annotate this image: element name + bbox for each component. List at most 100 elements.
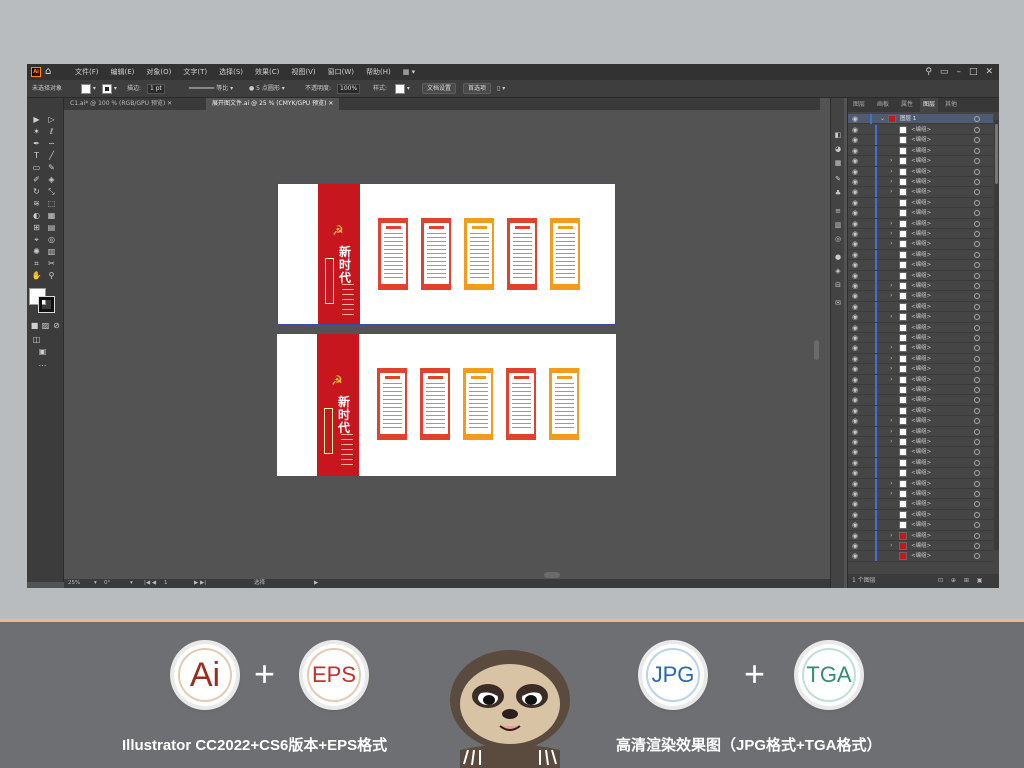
layer-name[interactable]: <编组> [911,479,931,489]
shaper-tool-icon[interactable]: ✐ [31,174,42,185]
visibility-eye-icon[interactable]: ◉ [852,115,861,123]
layer-name[interactable]: <编组> [911,250,931,260]
layer-row[interactable]: ◉ <编组> [848,145,993,157]
target-circle-icon[interactable] [974,407,980,414]
target-circle-icon[interactable] [974,532,980,539]
layer-row[interactable]: ◉ › <编组> [848,177,993,188]
expand-chevron-icon[interactable]: › [890,344,892,352]
target-circle-icon[interactable] [974,127,980,133]
menu-help[interactable]: 帮助(H) [360,64,397,80]
swatches-panel-icon[interactable]: ▦ [833,158,843,168]
stroke-swatch[interactable]: ▾ [102,83,117,95]
tab-layers[interactable]: 图层 [920,98,939,112]
menu-window[interactable]: 窗口(W) [322,64,360,80]
edit-toolbar-icon[interactable]: ⋯ [37,360,48,371]
visibility-eye-icon[interactable]: ◉ [852,168,861,176]
workspace-switcher-icon[interactable]: ▦ ▾ [397,64,421,80]
lasso-tool-icon[interactable]: ℓ [46,126,57,137]
stroke-panel-icon[interactable]: ≡ [833,206,843,216]
target-circle-icon[interactable] [974,459,980,466]
layer-name[interactable]: <编组> [911,406,931,416]
visibility-eye-icon[interactable]: ◉ [852,480,861,488]
layer-name[interactable]: <编组> [911,177,931,187]
target-circle-icon[interactable] [974,210,980,217]
visibility-eye-icon[interactable]: ◉ [852,407,861,415]
visibility-eye-icon[interactable]: ◉ [852,376,861,384]
free-transform-tool-icon[interactable]: ⬚ [46,198,57,209]
target-circle-icon[interactable] [974,283,980,289]
minimize-button[interactable]: – [956,67,961,77]
target-circle-icon[interactable] [974,449,980,456]
layer-row[interactable]: ◉ › <编组> [848,478,993,489]
graphic-styles-panel-icon[interactable]: ◈ [833,266,843,276]
layer-name[interactable]: <编组> [911,156,931,166]
layer-name[interactable]: <编组> [911,302,931,312]
gradient-tool-icon[interactable]: ▤ [46,222,57,233]
visibility-eye-icon[interactable]: ◉ [852,334,861,342]
target-circle-icon[interactable] [974,397,980,404]
visibility-eye-icon[interactable]: ◉ [852,552,861,560]
target-circle-icon[interactable] [974,168,980,175]
layer-row[interactable]: ◉ › <编组> [848,426,993,437]
layer-name[interactable]: <编组> [911,551,931,561]
close-button[interactable]: ✕ [985,67,993,77]
layer-actions-icons[interactable]: ⊡ ⊕ ⊞ ▣ 🗑 [938,574,999,588]
layer-row[interactable]: ◉ <编组> [848,125,993,136]
visibility-eye-icon[interactable]: ◉ [852,136,861,144]
visibility-eye-icon[interactable]: ◉ [852,220,861,228]
visibility-eye-icon[interactable]: ◉ [852,365,861,373]
layer-name[interactable]: <编组> [911,312,931,322]
opacity-field[interactable]: 100% [337,83,361,94]
stroke-weight-field[interactable]: 1 pt [147,83,165,94]
layer-row[interactable]: ◉ <编组> [848,270,993,281]
expand-chevron-icon[interactable]: › [890,178,892,186]
stroke-color-swatch[interactable] [39,297,54,312]
layer-row[interactable]: ◉ <编组> [848,468,993,479]
target-circle-icon[interactable] [974,303,980,310]
target-circle-icon[interactable] [974,428,980,435]
layer-name[interactable]: <编组> [911,468,931,478]
visibility-eye-icon[interactable]: ◉ [852,126,861,134]
expand-chevron-icon[interactable]: › [890,157,892,165]
layer-name[interactable]: <编组> [911,437,931,447]
target-circle-icon[interactable] [974,501,980,508]
target-circle-icon[interactable] [974,418,980,425]
layer-name[interactable]: <编组> [911,541,931,551]
layer-name[interactable]: <编组> [911,291,931,301]
tab-c1[interactable]: C1.ai* @ 100 % (RGB/GPU 预览) ✕ [64,98,178,110]
target-circle-icon[interactable] [974,324,980,331]
layer-name[interactable]: <编组> [911,447,931,457]
magic-wand-tool-icon[interactable]: ✶ [31,126,42,137]
target-circle-icon[interactable] [974,511,980,518]
visibility-eye-icon[interactable]: ◉ [852,490,861,498]
visibility-eye-icon[interactable]: ◉ [852,532,861,540]
tab-expanded-file[interactable]: 展开图文件.ai @ 25 % (CMYK/GPU 预览) ✕ [206,98,340,110]
layer-row[interactable]: ◉ › <编组> [848,312,993,323]
visibility-eye-icon[interactable]: ◉ [852,147,861,155]
status-menu-icon[interactable]: ▶ [314,579,318,588]
layer-row[interactable]: ◉ <编组> [848,385,993,396]
menu-view[interactable]: 视图(V) [285,64,321,80]
layer-row[interactable]: ◉ › <编组> [848,489,993,500]
layer-row[interactable]: ◉ <编组> [848,395,993,406]
expand-chevron-icon[interactable]: › [890,428,892,436]
brushes-panel-icon[interactable]: ✎ [833,174,843,184]
visibility-eye-icon[interactable]: ◉ [852,157,861,165]
style-swatch[interactable]: ▾ [395,83,410,95]
canvas[interactable]: ☭ 新时代 ☭ 新时代 [64,110,820,580]
tab-libraries[interactable]: 图层 [850,98,868,112]
layer-name[interactable]: <编组> [911,354,931,364]
direct-selection-tool-icon[interactable]: ▷ [46,114,57,125]
target-circle-icon[interactable] [974,345,980,352]
target-circle-icon[interactable] [974,314,980,321]
layer-row-top[interactable]: ◉ ⌄ 图层 1 [848,114,993,125]
first-artboard-icon[interactable]: |◀ ◀ [144,579,156,588]
column-graph-tool-icon[interactable]: ▥ [46,246,57,257]
layer-row[interactable]: ◉ <编组> [848,322,993,333]
visibility-eye-icon[interactable]: ◉ [852,313,861,321]
target-circle-icon[interactable] [974,272,980,279]
screen-mode-icon[interactable]: ▣ [37,346,48,357]
fill-swatch[interactable]: ▾ [81,83,96,95]
expand-chevron-icon[interactable]: › [890,355,892,363]
menu-object[interactable]: 对象(O) [140,64,177,80]
